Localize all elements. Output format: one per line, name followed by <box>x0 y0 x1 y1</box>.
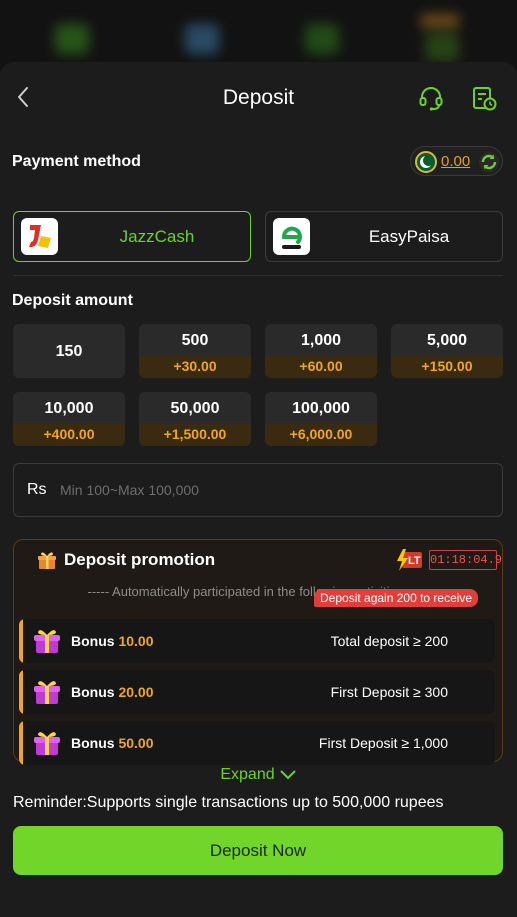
payment-method-name: JazzCash <box>119 227 195 246</box>
amount-bonus: +1,500.00 <box>139 423 251 446</box>
deposit-promotion-panel: Deposit promotion LT 01:18:04.9 ----- Au… <box>13 539 503 765</box>
gift-box-icon <box>34 732 60 755</box>
expand-button[interactable]: Expand <box>0 766 517 784</box>
amount-input[interactable] <box>60 476 480 504</box>
amount-option-150[interactable]: 150 <box>13 324 125 378</box>
blurred-icon <box>55 24 89 54</box>
amount-option-1000[interactable]: 1,000 +60.00 <box>265 324 377 378</box>
promotion-title: Deposit promotion <box>64 550 216 569</box>
reminder-text: Reminder:Supports single transactions up… <box>13 794 444 811</box>
promotion-row: Bonus 20.00 First Deposit ≥ 300 <box>19 670 495 714</box>
payment-method-jazzcash[interactable]: JazzCash <box>13 211 251 262</box>
amount-option-5000[interactable]: 5,000 +150.00 <box>391 324 503 378</box>
balance-value: 0.00 <box>441 153 471 170</box>
background-app-strip <box>0 0 517 70</box>
pakistan-flag-icon <box>415 151 437 173</box>
amount-option-50000[interactable]: 50,000 +1,500.00 <box>139 392 251 446</box>
gift-icon <box>38 552 56 569</box>
payment-method-easypaisa[interactable]: EasyPaisa <box>265 211 503 262</box>
balance-pill: 0.00 <box>410 146 503 176</box>
promotion-row: Bonus 10.00 Total deposit ≥ 200 <box>19 619 495 663</box>
bonus-value: 10.00 <box>118 633 154 649</box>
gift-box-icon <box>34 681 60 704</box>
history-icon[interactable] <box>470 84 498 112</box>
payment-method-name: EasyPaisa <box>368 227 450 246</box>
amount-bonus: +60.00 <box>265 355 377 378</box>
blurred-icon <box>420 14 460 28</box>
payment-method-label: Payment method <box>12 153 141 170</box>
amount-option-100000[interactable]: 100,000 +6,000.00 <box>265 392 377 446</box>
amount-bonus: +400.00 <box>13 423 125 446</box>
divider <box>13 275 503 276</box>
expand-label: Expand <box>220 766 275 783</box>
header: Deposit <box>0 62 517 134</box>
blurred-icon <box>185 24 219 54</box>
bonus-condition: First Deposit ≥ 300 <box>330 684 448 700</box>
deposit-again-tag: Deposit again 200 to receive <box>314 589 479 607</box>
deposit-sheet: Deposit Payment method 0.00 JazzCash Eas… <box>0 62 517 917</box>
lightning-limited-time-icon: LT <box>397 549 422 571</box>
easypaisa-logo-icon <box>273 218 310 255</box>
jazzcash-logo-icon <box>21 218 58 255</box>
bonus-value: 20.00 <box>118 684 154 700</box>
bonus-label: Bonus <box>71 684 115 700</box>
svg-text:LT: LT <box>408 555 421 567</box>
amount-input-box: Rs <box>13 463 503 517</box>
chevron-down-icon <box>279 770 296 780</box>
amount-option-500[interactable]: 500 +30.00 <box>139 324 251 378</box>
deposit-now-button[interactable]: Deposit Now <box>13 826 503 875</box>
amount-bonus: +150.00 <box>391 355 503 378</box>
amount-bonus: +30.00 <box>139 355 251 378</box>
refresh-icon[interactable] <box>478 151 500 173</box>
customer-service-icon[interactable] <box>417 84 445 112</box>
amount-option-10000[interactable]: 10,000 +400.00 <box>13 392 125 446</box>
gift-box-icon <box>34 630 60 653</box>
blurred-icon <box>305 24 339 54</box>
bonus-condition: First Deposit ≥ 1,000 <box>318 735 448 751</box>
currency-label: Rs <box>27 481 47 498</box>
bonus-label: Bonus <box>71 633 115 649</box>
countdown-timer: 01:18:04.9 <box>429 550 502 570</box>
bonus-value: 50.00 <box>118 735 154 751</box>
blurred-icon <box>425 32 459 62</box>
deposit-amount-label: Deposit amount <box>12 292 133 309</box>
amount-bonus: +6,000.00 <box>265 423 377 446</box>
bonus-condition: Total deposit ≥ 200 <box>330 633 448 649</box>
promotion-row: Bonus 50.00 First Deposit ≥ 1,000 <box>19 721 495 765</box>
bonus-label: Bonus <box>71 735 115 751</box>
